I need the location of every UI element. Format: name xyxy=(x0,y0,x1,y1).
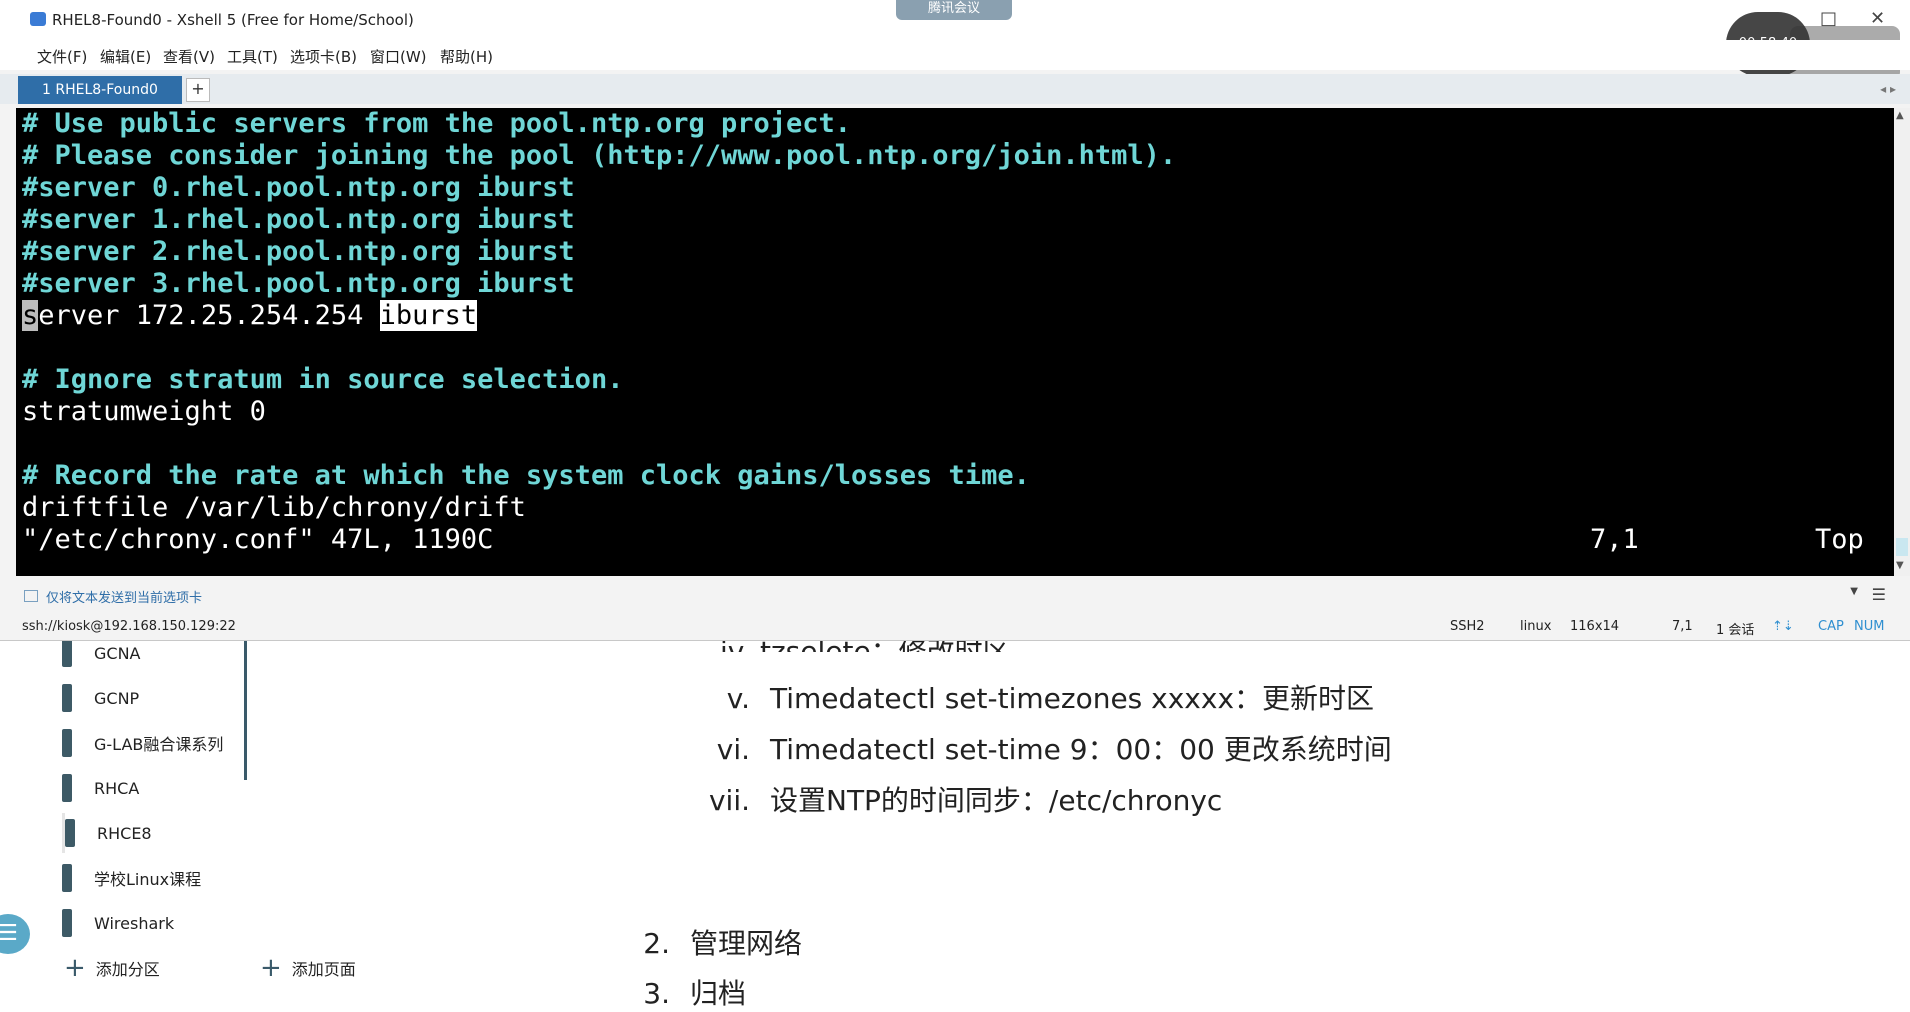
terminal-line-cursor: server 172.25.254.254 iburst xyxy=(22,300,478,331)
compose-send-bar[interactable]: 仅将文本发送到当前选项卡 ▼ ☰ xyxy=(16,584,1894,608)
connection-string: ssh://kiosk@192.168.150.129:22 xyxy=(22,619,236,634)
chat-bubble-icon[interactable]: ☰ xyxy=(0,914,30,954)
section-tab-icon xyxy=(62,639,72,667)
status-bar: ssh://kiosk@192.168.150.129:22 SSH2 linu… xyxy=(16,614,1894,638)
xshell-app-icon xyxy=(30,12,46,26)
title-bar: RHEL8-Found0 - Xshell 5 (Free for Home/S… xyxy=(0,0,1910,40)
search-highlight: iburst xyxy=(379,300,478,331)
terminal-line: stratumweight 0 xyxy=(22,396,266,427)
num-lock-indicator: NUM xyxy=(1854,619,1885,634)
transfer-arrows-icon: ⇡⇣ xyxy=(1772,619,1794,634)
terminal-scrollbar[interactable]: ▲ ▼ xyxy=(1894,108,1910,576)
section-tab-icon xyxy=(62,909,72,937)
terminal-line: #server 2.rhel.pool.ntp.org iburst xyxy=(22,236,575,267)
menu-view[interactable]: 查看(V) xyxy=(163,46,215,67)
list-item: v. Timedatectl set-timezones xxxxx：更新时区 xyxy=(726,682,1375,715)
xshell-window: RHEL8-Found0 - Xshell 5 (Free for Home/S… xyxy=(0,0,1910,641)
menu-bar: 文件(F) 编辑(E) 查看(V) 工具(T) 选项卡(B) 窗口(W) 帮助(… xyxy=(0,40,1910,70)
scrollbar-thumb[interactable] xyxy=(1896,538,1908,556)
terminal-line: #server 0.rhel.pool.ntp.org iburst xyxy=(22,172,575,203)
tab-nav-icons[interactable]: ◂ ▸ xyxy=(1880,82,1896,96)
plus-icon: + xyxy=(260,953,282,983)
terminal-line: #server 3.rhel.pool.ntp.org iburst xyxy=(22,268,575,299)
cursor-position: 7,1 xyxy=(1672,619,1693,634)
terminal-line: driftfile /var/lib/chrony/drift xyxy=(22,492,526,523)
tab-bar: 1 RHEL8-Found0 + ◂ ▸ xyxy=(0,74,1910,104)
section-wireshark[interactable]: Wireshark xyxy=(62,903,252,943)
add-page-button[interactable]: + 添加页面 xyxy=(260,953,356,983)
text-cursor: s xyxy=(22,300,39,331)
caps-lock-indicator: CAP xyxy=(1818,619,1844,634)
terminal-size: 116x14 xyxy=(1570,619,1620,634)
menu-icon[interactable]: ☰ xyxy=(1872,585,1886,604)
menu-tabs[interactable]: 选项卡(B) xyxy=(290,46,357,67)
window-title: RHEL8-Found0 - Xshell 5 (Free for Home/S… xyxy=(52,11,414,29)
menu-edit[interactable]: 编辑(E) xyxy=(100,46,151,67)
meeting-badge[interactable]: 腾讯会议 xyxy=(896,0,1012,20)
add-section-button[interactable]: + 添加分区 xyxy=(64,953,160,983)
list-item: vi. Timedatectl set-time 9：00：00 更改系统时间 xyxy=(716,733,1392,766)
vim-status-line: "/etc/chrony.conf" 47L, 1190C xyxy=(22,524,494,555)
menu-window[interactable]: 窗口(W) xyxy=(370,46,427,67)
tab-session[interactable]: 1 RHEL8-Found0 xyxy=(18,76,182,104)
session-count: 1 会话 xyxy=(1716,623,1755,638)
menu-tools[interactable]: 工具(T) xyxy=(227,46,278,67)
vim-scroll-position: Top xyxy=(1815,524,1864,555)
protocol: SSH2 xyxy=(1450,619,1485,634)
terminal-line: #server 1.rhel.pool.ntp.org iburst xyxy=(22,204,575,235)
section-gcnp[interactable]: GCNP xyxy=(62,678,252,718)
plus-icon: + xyxy=(64,953,86,983)
terminal[interactable]: # Use public servers from the pool.ntp.o… xyxy=(16,108,1894,576)
terminal-line: # Use public servers from the pool.ntp.o… xyxy=(22,108,852,139)
section-tab-icon xyxy=(62,729,72,757)
menu-help[interactable]: 帮助(H) xyxy=(440,46,493,67)
section-rhca[interactable]: RHCA xyxy=(62,768,252,808)
section-school-linux[interactable]: 学校Linux课程 xyxy=(62,858,252,898)
scroll-up-icon[interactable]: ▲ xyxy=(1896,110,1904,121)
dropdown-icon[interactable]: ▼ xyxy=(1850,586,1858,597)
section-glab[interactable]: G-LAB融合课系列 xyxy=(62,723,252,763)
new-tab-button[interactable]: + xyxy=(186,78,210,102)
outline-item: 2. 管理网络 xyxy=(643,927,803,960)
menu-file[interactable]: 文件(F) xyxy=(37,46,87,67)
terminal-line: # Please consider joining the pool (http… xyxy=(22,140,1177,171)
section-tab-icon xyxy=(62,684,72,712)
terminal-type: linux xyxy=(1520,619,1552,634)
outline-item: 3. 归档 xyxy=(643,977,747,1010)
section-tab-icon xyxy=(65,819,75,847)
list-item: vii. 设置NTP的时间同步：/etc/chronyc xyxy=(708,784,1223,817)
scroll-down-icon[interactable]: ▼ xyxy=(1896,560,1904,571)
section-tab-icon xyxy=(62,774,72,802)
section-tab-icon xyxy=(62,864,72,892)
section-rhce8[interactable]: RHCE8 xyxy=(62,813,255,853)
terminal-line: # Record the rate at which the system cl… xyxy=(22,460,1030,491)
terminal-line: # Ignore stratum in source selection. xyxy=(22,364,624,395)
keyboard-icon xyxy=(24,590,38,602)
vim-cursor-position: 7,1 xyxy=(1590,524,1639,555)
